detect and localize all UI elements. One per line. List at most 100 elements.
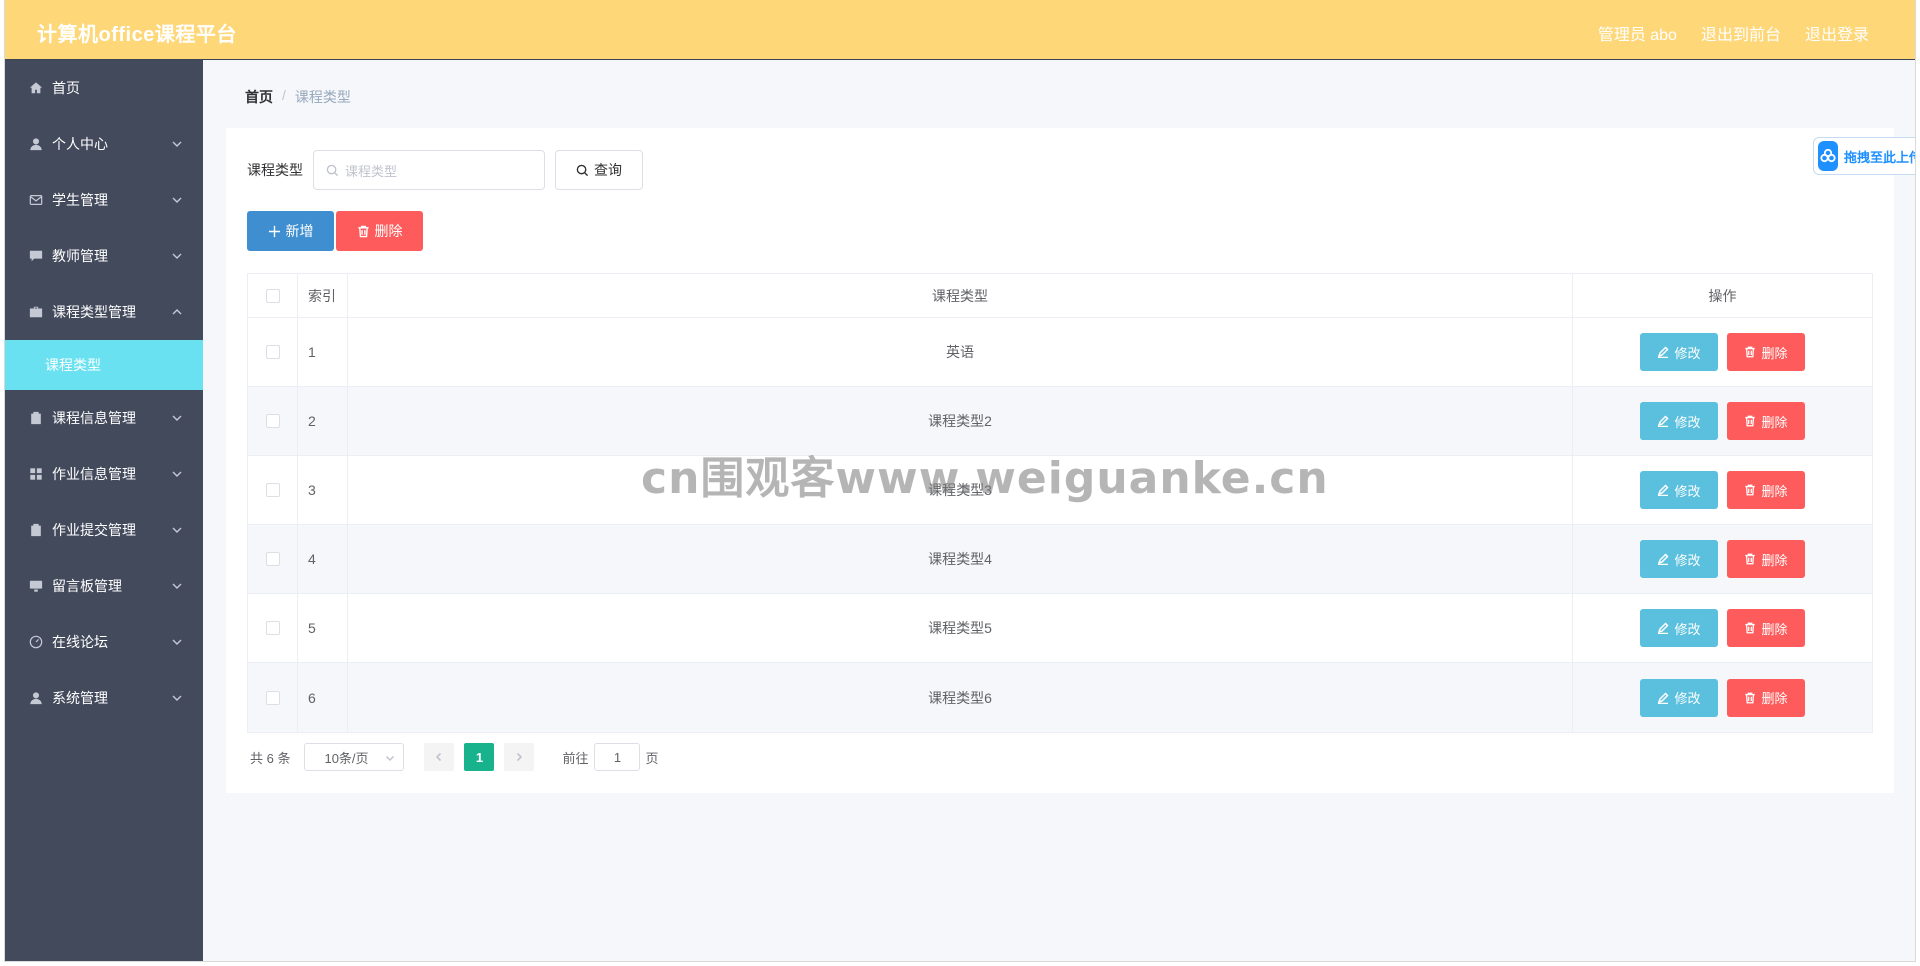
delete-button[interactable]: 删除: [1727, 402, 1805, 440]
edit-button[interactable]: 修改: [1640, 609, 1718, 647]
row-check-cell: [248, 594, 298, 662]
goto-page-input[interactable]: 1: [594, 743, 641, 771]
monitor-icon: [28, 578, 44, 594]
row-index: 1: [298, 318, 348, 386]
delete-button-label: 删除: [1761, 483, 1788, 499]
clipboard-check-icon: [28, 522, 44, 538]
clipboard-icon: [28, 410, 44, 426]
sidebar-item-online-forum[interactable]: 在线论坛: [5, 614, 203, 670]
header-index: 索引: [298, 274, 348, 317]
sidebar-item-teacher-mgmt[interactable]: 教师管理: [5, 228, 203, 284]
edit-button[interactable]: 修改: [1640, 678, 1718, 717]
row-check-cell: [248, 318, 298, 386]
sidebar-item-label: 课程类型管理: [52, 304, 136, 320]
edit-button[interactable]: 修改: [1640, 402, 1718, 440]
prev-page-button[interactable]: [424, 743, 455, 771]
row-checkbox[interactable]: [265, 483, 280, 497]
edit-icon: [1658, 346, 1670, 358]
row-checkbox[interactable]: [265, 414, 280, 428]
table-row: 3 课程类型3 修改 删除: [248, 456, 1872, 525]
sidebar-item-system-mgmt[interactable]: 系统管理: [5, 670, 203, 726]
delete-button[interactable]: 删除: [1727, 540, 1805, 578]
row-checkbox[interactable]: [265, 345, 280, 359]
breadcrumb-home[interactable]: 首页: [245, 87, 273, 107]
top-header: 计算机office课程平台 管理员 abo 退出到前台 退出登录: [5, 0, 1915, 60]
row-index: 2: [298, 387, 348, 455]
batch-delete-button[interactable]: 删除: [336, 211, 423, 251]
row-course-type: 课程类型4: [348, 525, 1573, 593]
grid-icon: [28, 466, 44, 482]
admin-user-label: 管理员 abo: [1597, 27, 1677, 44]
exit-to-front-link[interactable]: 退出到前台: [1701, 21, 1781, 45]
edit-icon: [1658, 484, 1670, 496]
sidebar-item-label: 作业提交管理: [52, 522, 136, 538]
row-checkbox[interactable]: [265, 552, 280, 566]
table-body: 1 英语 修改 删除 2 课程类型2 修改 删除 3 课程类型3 修改 删除 4 课程类型4 修改 删除 5 课程…: [248, 318, 1872, 732]
delete-button[interactable]: 删除: [1727, 609, 1805, 647]
query-button[interactable]: 查询: [555, 150, 643, 190]
chevron-left-icon: [436, 752, 442, 762]
delete-button-label: 删除: [1761, 345, 1788, 361]
sidebar-item-student-mgmt[interactable]: 学生管理: [5, 172, 203, 228]
edit-icon: [1658, 622, 1670, 634]
delete-button[interactable]: 删除: [1727, 678, 1805, 717]
sidebar-item-label: 首页: [52, 80, 80, 96]
sidebar-item-label: 系统管理: [52, 690, 108, 706]
select-all-checkbox[interactable]: [265, 288, 280, 303]
trash-icon: [1745, 415, 1756, 427]
sidebar-item-homework-submit-mgmt[interactable]: 作业提交管理: [5, 502, 203, 558]
sidebar-item-label: 个人中心: [52, 136, 108, 152]
table-row: 6 课程类型6 修改 删除: [248, 663, 1872, 732]
trash-icon: [1745, 346, 1756, 358]
page-size-select[interactable]: 10条/页: [304, 743, 405, 771]
chevron-down-icon: [171, 691, 183, 703]
sidebar-item-personal-center[interactable]: 个人中心: [5, 116, 203, 172]
sidebar-item-label: 课程信息管理: [52, 410, 136, 426]
sidebar-item-label: 在线论坛: [52, 634, 108, 650]
chevron-right-icon: [517, 752, 523, 762]
edit-button[interactable]: 修改: [1640, 540, 1718, 578]
logout-link[interactable]: 退出登录: [1805, 21, 1869, 45]
edit-button-label: 修改: [1674, 691, 1701, 706]
chevron-down-icon: [386, 755, 395, 762]
drag-upload-widget[interactable]: 拖拽至此上传: [1813, 137, 1915, 175]
header-operations: 操作: [1708, 287, 1737, 304]
row-checkbox[interactable]: [265, 621, 280, 635]
sidebar-item-course-info-mgmt[interactable]: 课程信息管理: [5, 390, 203, 446]
trash-icon: [1745, 484, 1756, 496]
row-operations: 修改 删除: [1573, 525, 1872, 593]
app-title: 计算机office课程平台: [37, 24, 237, 46]
add-button[interactable]: 新增: [247, 211, 334, 251]
sidebar-item-message-board-mgmt[interactable]: 留言板管理: [5, 558, 203, 614]
delete-button[interactable]: 删除: [1727, 471, 1805, 509]
row-course-type: 英语: [348, 318, 1573, 386]
header-check-cell: [248, 274, 298, 317]
sidebar-item-label: 教师管理: [52, 248, 108, 264]
chevron-down-icon: [171, 249, 183, 261]
course-type-search-input[interactable]: 课程类型: [313, 150, 545, 190]
search-bar: 课程类型 课程类型 查询: [247, 150, 643, 190]
edit-button[interactable]: 修改: [1640, 333, 1718, 371]
app-frame: 计算机office课程平台 管理员 abo 退出到前台 退出登录 首页 个人中心…: [4, 0, 1916, 962]
trash-icon: [1745, 692, 1756, 703]
row-check-cell: [248, 525, 298, 593]
sidebar-item-homework-info-mgmt[interactable]: 作业信息管理: [5, 446, 203, 502]
table-row: 4 课程类型4 修改 删除: [248, 525, 1872, 594]
sidebar-item-home[interactable]: 首页: [5, 60, 203, 116]
edit-button[interactable]: 修改: [1640, 471, 1718, 509]
sidebar-item-course-type-mgmt[interactable]: 课程类型管理: [5, 284, 203, 340]
sidebar-subitem-label: 课程类型: [45, 357, 101, 373]
row-index: 5: [298, 594, 348, 662]
next-page-button[interactable]: [504, 743, 535, 771]
search-icon: [576, 164, 589, 176]
delete-button-label: 删除: [1761, 621, 1788, 637]
row-checkbox[interactable]: [265, 690, 280, 705]
briefcase-icon: [28, 304, 44, 320]
breadcrumb: 首页 / 课程类型: [245, 87, 351, 107]
row-course-type: 课程类型2: [348, 387, 1573, 455]
page-number-current[interactable]: 1: [464, 743, 495, 771]
chevron-down-icon: [171, 579, 183, 591]
delete-button[interactable]: 删除: [1727, 333, 1805, 371]
plus-icon: [268, 225, 280, 237]
sidebar-subitem-course-type[interactable]: 课程类型: [5, 340, 203, 390]
